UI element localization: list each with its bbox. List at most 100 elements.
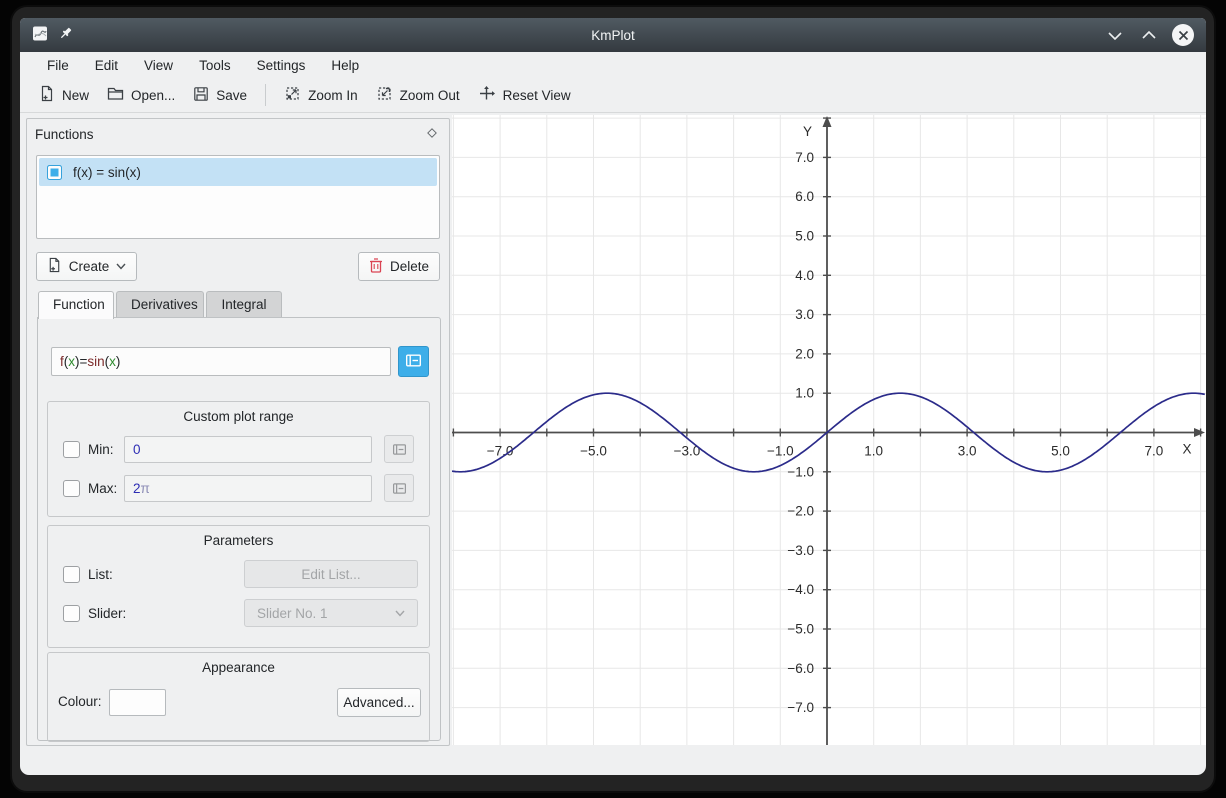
zoom-out-button[interactable]: Zoom Out xyxy=(367,80,469,110)
menu-settings[interactable]: Settings xyxy=(246,55,317,76)
open-button[interactable]: Open... xyxy=(98,81,184,109)
min-checkbox[interactable] xyxy=(63,441,80,458)
slider-label: Slider: xyxy=(88,606,126,621)
menu-view[interactable]: View xyxy=(133,55,184,76)
svg-text:3.0: 3.0 xyxy=(795,307,814,322)
tab-bar: Function Derivatives Integral xyxy=(38,291,284,319)
slider-checkbox[interactable] xyxy=(63,605,80,622)
titlebar[interactable]: KmPlot xyxy=(20,18,1206,52)
colour-swatch-button[interactable] xyxy=(109,689,166,716)
svg-text:−1.0: −1.0 xyxy=(767,444,794,459)
equation-input[interactable]: f(x) = sin(x) xyxy=(51,347,391,376)
tab-function[interactable]: Function xyxy=(38,291,114,319)
svg-text:−3.0: −3.0 xyxy=(787,543,814,558)
delete-button[interactable]: Delete xyxy=(358,252,440,281)
kmplot-window: KmPlot File Edit View Tools Setting xyxy=(20,18,1206,775)
svg-text:Y: Y xyxy=(803,124,812,139)
appearance-title: Appearance xyxy=(48,653,429,675)
dock-header: Functions xyxy=(27,119,449,147)
chevron-down-icon xyxy=(395,610,405,617)
svg-text:1.0: 1.0 xyxy=(795,386,814,401)
svg-text:−5.0: −5.0 xyxy=(580,444,607,459)
appearance-group: Appearance Colour: Advanced... xyxy=(47,652,430,742)
svg-text:2.0: 2.0 xyxy=(795,346,814,361)
window-title: KmPlot xyxy=(20,28,1206,43)
svg-text:−5.0: −5.0 xyxy=(787,622,814,637)
function-list[interactable]: f(x) = sin(x) xyxy=(36,155,440,239)
menubar: File Edit View Tools Settings Help xyxy=(20,52,1206,78)
advanced-button[interactable]: Advanced... xyxy=(337,688,421,717)
svg-text:−2.0: −2.0 xyxy=(787,504,814,519)
svg-text:5.0: 5.0 xyxy=(1051,444,1070,459)
new-document-icon xyxy=(39,85,55,105)
zoom-in-button[interactable]: Zoom In xyxy=(275,80,367,110)
svg-text:−6.0: −6.0 xyxy=(787,661,814,676)
list-checkbox[interactable] xyxy=(63,566,80,583)
svg-text:4.0: 4.0 xyxy=(795,268,814,283)
min-label: Min: xyxy=(88,442,124,457)
max-equation-editor-button xyxy=(384,474,414,502)
close-icon[interactable] xyxy=(1172,24,1194,46)
function-tab-page: f(x) = sin(x) Custom plot range Min: 0 xyxy=(37,317,441,741)
dock-title: Functions xyxy=(35,127,94,142)
max-input[interactable]: 2π xyxy=(124,475,372,502)
svg-text:5.0: 5.0 xyxy=(795,229,814,244)
function-visible-checkbox[interactable] xyxy=(47,165,62,180)
custom-plot-range-title: Custom plot range xyxy=(48,402,429,424)
svg-text:−1.0: −1.0 xyxy=(787,464,814,479)
delete-button-label: Delete xyxy=(390,259,429,274)
shade-icon[interactable] xyxy=(1104,24,1126,46)
plot-canvas[interactable]: −7.0 −5.0 −3.0 −1.0 1.0 3.0 5.0 7.0 7.0 6.0 5.0 4.0… xyxy=(452,115,1206,745)
custom-plot-range-group: Custom plot range Min: 0 Max: 2π xyxy=(47,401,430,517)
plot-area[interactable]: −7.0 −5.0 −3.0 −1.0 1.0 3.0 5.0 7.0 7.0 6.0 5.0 4.0… xyxy=(452,115,1206,745)
zoom-in-icon xyxy=(284,85,301,105)
zoom-out-icon xyxy=(376,85,393,105)
equation-editor-button[interactable] xyxy=(398,346,429,377)
svg-text:−4.0: −4.0 xyxy=(787,582,814,597)
tab-derivatives[interactable]: Derivatives xyxy=(116,291,204,318)
menu-file[interactable]: File xyxy=(36,55,80,76)
new-button[interactable]: New xyxy=(30,80,98,110)
svg-text:3.0: 3.0 xyxy=(958,444,977,459)
svg-text:−7.0: −7.0 xyxy=(787,700,814,715)
toolbar: New Open... Save Zoom In Zoom Out xyxy=(20,78,1206,113)
functions-dock: Functions f(x) = sin(x) Create xyxy=(26,118,450,746)
float-diamond-icon[interactable] xyxy=(425,126,439,143)
svg-text:1.0: 1.0 xyxy=(864,444,883,459)
reset-view-icon xyxy=(478,85,496,105)
svg-text:7.0: 7.0 xyxy=(795,150,814,165)
max-label: Max: xyxy=(88,481,124,496)
parameters-title: Parameters xyxy=(48,526,429,548)
save-button-label: Save xyxy=(216,88,247,103)
svg-text:7.0: 7.0 xyxy=(1145,444,1164,459)
list-label: List: xyxy=(88,567,113,582)
maximize-icon[interactable] xyxy=(1138,24,1160,46)
list-item[interactable]: f(x) = sin(x) xyxy=(39,158,437,186)
max-checkbox[interactable] xyxy=(63,480,80,497)
menu-tools[interactable]: Tools xyxy=(188,55,242,76)
toolbar-separator xyxy=(265,84,266,106)
save-button[interactable]: Save xyxy=(184,81,256,110)
tab-integral[interactable]: Integral xyxy=(206,291,282,318)
list-item-label: f(x) = sin(x) xyxy=(73,165,141,180)
create-button-label: Create xyxy=(69,259,110,274)
menu-edit[interactable]: Edit xyxy=(84,55,129,76)
window-frame: KmPlot File Edit View Tools Setting xyxy=(12,7,1214,791)
edit-list-button: Edit List... xyxy=(244,560,418,588)
svg-text:X: X xyxy=(1182,442,1191,457)
save-icon xyxy=(193,86,209,105)
create-button[interactable]: Create xyxy=(36,252,137,281)
reset-view-button[interactable]: Reset View xyxy=(469,80,580,110)
open-button-label: Open... xyxy=(131,88,175,103)
min-input[interactable]: 0 xyxy=(124,436,372,463)
chevron-down-icon xyxy=(116,263,126,270)
zoom-in-button-label: Zoom In xyxy=(308,88,358,103)
parameters-group: Parameters List: Edit List... Slider: Sl… xyxy=(47,525,430,648)
new-function-icon xyxy=(47,257,62,276)
open-folder-icon xyxy=(107,86,124,104)
min-equation-editor-button xyxy=(384,435,414,463)
new-button-label: New xyxy=(62,88,89,103)
zoom-out-button-label: Zoom Out xyxy=(400,88,460,103)
menu-help[interactable]: Help xyxy=(320,55,370,76)
svg-text:6.0: 6.0 xyxy=(795,189,814,204)
